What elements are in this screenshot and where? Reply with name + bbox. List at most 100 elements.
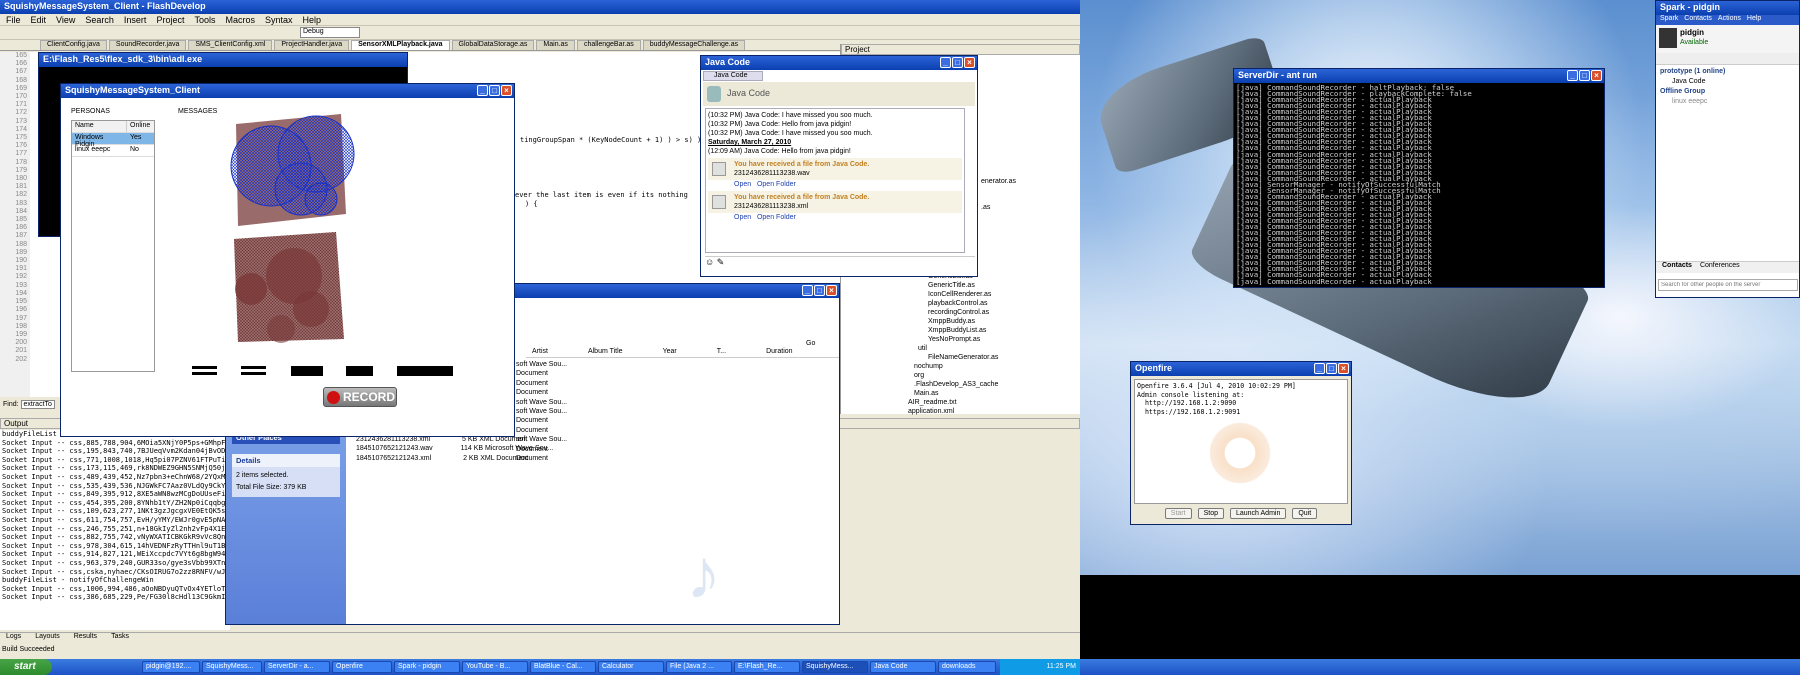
task-item[interactable]: SquishyMess... bbox=[202, 661, 262, 673]
menu-spark[interactable]: Spark bbox=[1660, 15, 1678, 25]
contact-linux-eeepc[interactable]: linux eeepc bbox=[1660, 97, 1795, 107]
minimize-icon[interactable]: _ bbox=[1314, 363, 1325, 374]
tab-projecthandler[interactable]: ProjectHandler.java bbox=[274, 40, 350, 50]
chat-log[interactable]: (10:32 PM) Java Code: I have missed you … bbox=[705, 108, 965, 253]
details-header[interactable]: Details bbox=[232, 454, 340, 467]
project-file[interactable]: .as bbox=[981, 204, 990, 211]
start-button[interactable]: Start bbox=[1164, 508, 1192, 519]
persona-row[interactable]: Windows Pidgin Yes bbox=[72, 133, 154, 148]
minimize-icon[interactable]: _ bbox=[477, 85, 488, 96]
col-online[interactable]: Online bbox=[127, 121, 153, 132]
maximize-icon[interactable]: □ bbox=[1326, 363, 1337, 374]
task-item[interactable]: E:\Flash_Re... bbox=[734, 661, 800, 673]
avatar[interactable] bbox=[1659, 28, 1677, 48]
task-item[interactable]: Openfire bbox=[332, 661, 392, 673]
task-item[interactable]: ServerDir - a... bbox=[264, 661, 330, 673]
tab-main[interactable]: Main.as bbox=[536, 40, 575, 50]
openfire-title-bar[interactable]: Openfire _ □ × bbox=[1131, 362, 1351, 376]
tab-tasks[interactable]: Tasks bbox=[111, 633, 129, 644]
project-folder[interactable]: nochump bbox=[906, 362, 998, 371]
task-item[interactable]: YouTube - B... bbox=[462, 661, 528, 673]
tab-buddymessagechallenge[interactable]: buddyMessageChallenge.as bbox=[642, 40, 746, 50]
task-item[interactable]: pidgin@192.... bbox=[142, 661, 200, 673]
menu-tools[interactable]: Tools bbox=[194, 15, 215, 25]
spark-status[interactable]: Available bbox=[1680, 39, 1708, 46]
task-item[interactable]: Calculator bbox=[598, 661, 664, 673]
project-file[interactable]: Main.as bbox=[906, 389, 998, 398]
task-item[interactable]: BlatBlue - Cal... bbox=[530, 661, 596, 673]
tab-layouts[interactable]: Layouts bbox=[35, 633, 60, 644]
ant-title-bar[interactable]: ServerDir - ant run _ □ × bbox=[1234, 69, 1604, 83]
project-file[interactable]: enerator.as bbox=[981, 178, 1016, 185]
menu-contacts[interactable]: Contacts bbox=[1684, 15, 1712, 25]
task-item[interactable]: SquishyMess... bbox=[802, 661, 868, 673]
project-file[interactable]: IconCellRenderer.as bbox=[906, 290, 998, 299]
close-icon[interactable]: × bbox=[964, 57, 975, 68]
project-file[interactable]: playbackControl.as bbox=[906, 299, 998, 308]
chat-tab[interactable]: Java Code bbox=[703, 71, 763, 81]
menu-file[interactable]: File bbox=[6, 15, 21, 25]
config-select[interactable]: Debug bbox=[300, 27, 360, 38]
col-duration[interactable]: Duration bbox=[766, 348, 792, 357]
project-folder[interactable]: .FlashDevelop_AS3_cache bbox=[906, 380, 998, 389]
tab-sms-clientconfig[interactable]: SMS_ClientConfig.xml bbox=[188, 40, 273, 50]
chat-title-bar[interactable]: Java Code _ □ × bbox=[701, 56, 977, 70]
tab-results[interactable]: Results bbox=[74, 633, 97, 644]
project-file[interactable]: XmppBuddyList.as bbox=[906, 326, 998, 335]
minimize-icon[interactable]: _ bbox=[940, 57, 951, 68]
project-file[interactable]: recordingControl.as bbox=[906, 308, 998, 317]
file-row[interactable]: 1845107652121243.wav 114 KB Microsoft Wa… bbox=[356, 444, 553, 453]
tab-globaldatastorage[interactable]: GlobalDataStorage.as bbox=[451, 40, 535, 50]
menu-insert[interactable]: Insert bbox=[124, 15, 147, 25]
project-file[interactable]: XmppBuddy.as bbox=[906, 317, 998, 326]
stop-button[interactable]: Stop bbox=[1197, 508, 1224, 519]
squishy-title-bar[interactable]: SquishyMessageSystem_Client _ □ × bbox=[61, 84, 514, 98]
project-file[interactable]: GenericTitle.as bbox=[906, 281, 998, 290]
close-icon[interactable]: × bbox=[1591, 70, 1602, 81]
close-icon[interactable]: × bbox=[826, 285, 837, 296]
tab-contacts[interactable]: Contacts bbox=[1662, 262, 1692, 273]
open-folder-link[interactable]: Open Folder bbox=[757, 214, 796, 221]
project-file[interactable]: FileNameGenerator.as bbox=[906, 353, 998, 362]
task-item[interactable]: Spark - pidgin bbox=[394, 661, 460, 673]
go-button[interactable]: Go bbox=[806, 340, 815, 347]
persona-row[interactable]: linux eeepc No bbox=[72, 145, 154, 157]
project-file[interactable]: application.xml bbox=[906, 407, 998, 416]
spark-search-input[interactable] bbox=[1658, 279, 1798, 291]
file-row[interactable]: 1845107652121243.xml 2 KB XML Document bbox=[356, 454, 553, 463]
col-year[interactable]: Year bbox=[663, 348, 677, 357]
playback-bar-2[interactable] bbox=[346, 366, 373, 376]
maximize-icon[interactable]: □ bbox=[814, 285, 825, 296]
quit-button[interactable]: Quit bbox=[1292, 508, 1318, 519]
project-folder[interactable]: util bbox=[906, 344, 998, 353]
launch-admin-button[interactable]: Launch Admin bbox=[1229, 508, 1287, 519]
col-album[interactable]: Album Title bbox=[588, 348, 623, 357]
project-folder[interactable]: org bbox=[906, 371, 998, 380]
tab-soundrecorder[interactable]: SoundRecorder.java bbox=[108, 40, 187, 50]
menu-help[interactable]: Help bbox=[303, 15, 322, 25]
tab-challengebar[interactable]: challengeBar.as bbox=[576, 40, 641, 50]
task-item[interactable]: File (Java 2 ... bbox=[666, 661, 732, 673]
maximize-icon[interactable]: □ bbox=[1579, 70, 1590, 81]
minimize-icon[interactable]: _ bbox=[1567, 70, 1578, 81]
close-icon[interactable]: × bbox=[501, 85, 512, 96]
find-input[interactable]: extractTo bbox=[20, 400, 55, 409]
contact-java-code[interactable]: Java Code bbox=[1660, 77, 1795, 87]
task-item[interactable]: downloads bbox=[938, 661, 996, 673]
smiley-icon[interactable]: ☺ bbox=[705, 257, 714, 267]
menu-actions[interactable]: Actions bbox=[1718, 15, 1741, 25]
col-artist[interactable]: Artist bbox=[532, 348, 548, 357]
col-name[interactable]: Name bbox=[72, 121, 127, 132]
tab-sensorxmlplayback[interactable]: SensorXMLPlayback.java bbox=[351, 40, 450, 50]
group-prototype[interactable]: prototype (1 online) bbox=[1660, 67, 1795, 77]
task-item[interactable]: Java Code bbox=[870, 661, 936, 673]
open-folder-link[interactable]: Open Folder bbox=[757, 181, 796, 188]
project-file[interactable]: YesNoPrompt.as bbox=[906, 335, 998, 344]
maximize-icon[interactable]: □ bbox=[489, 85, 500, 96]
spark-title-bar[interactable]: Spark - pidgin bbox=[1656, 1, 1799, 15]
ide-title-bar[interactable]: SquishyMessageSystem_Client - FlashDevel… bbox=[0, 0, 1080, 14]
tab-logs[interactable]: Logs bbox=[6, 633, 21, 644]
open-link[interactable]: Open bbox=[734, 181, 751, 188]
playback-bar-3[interactable] bbox=[397, 366, 453, 376]
adl-title-bar[interactable]: E:\Flash_Res5\flex_sdk_3\bin\adl.exe bbox=[39, 53, 407, 67]
